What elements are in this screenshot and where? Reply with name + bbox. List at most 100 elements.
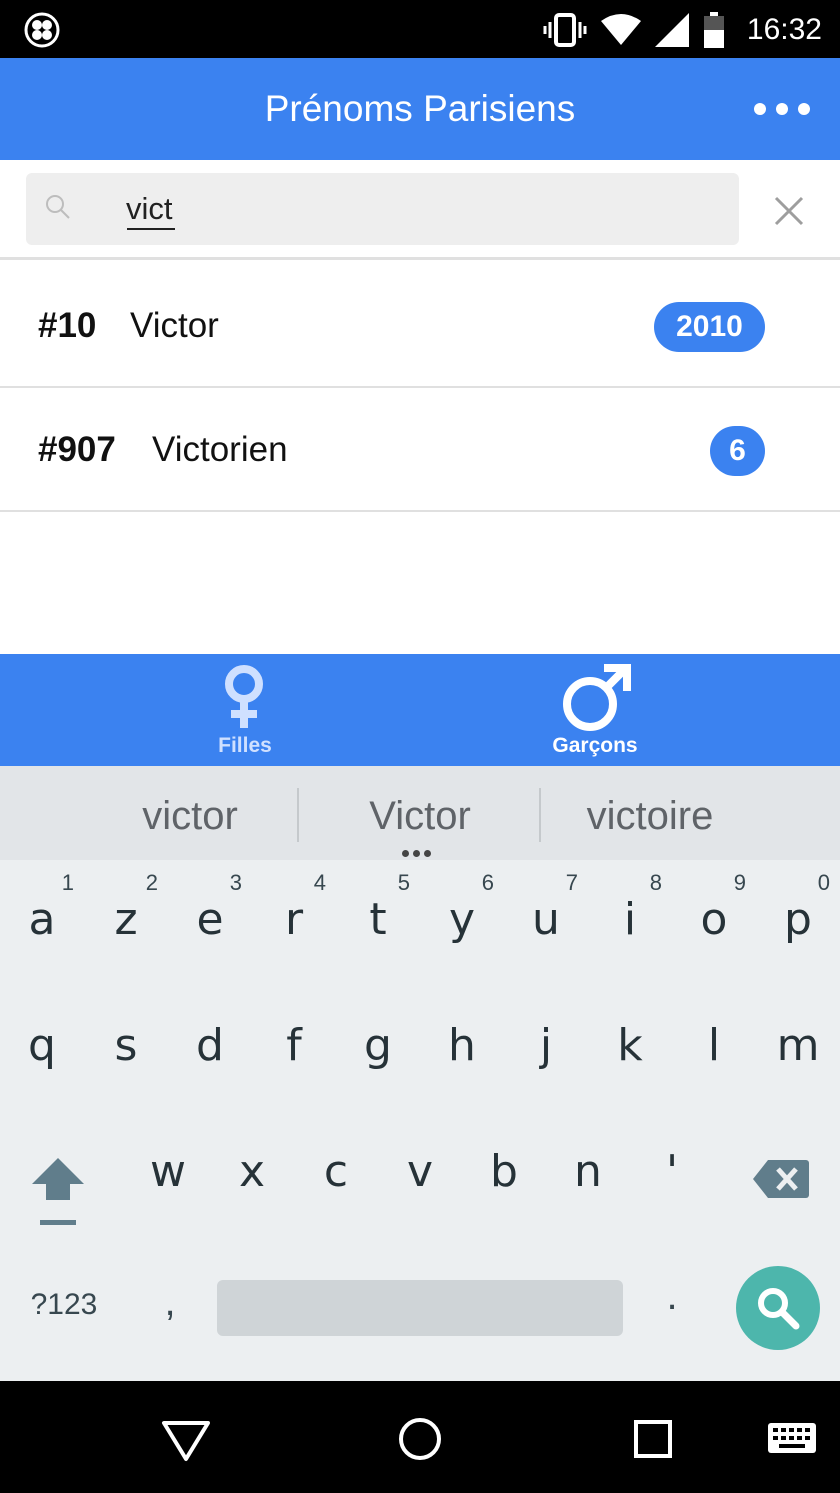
key-f[interactable]: f — [252, 992, 336, 1118]
key-c[interactable]: c — [294, 1118, 378, 1244]
key-n[interactable]: n — [546, 1118, 630, 1244]
key-letter: t — [369, 894, 387, 945]
key-u[interactable]: u7 — [504, 866, 588, 992]
tab-label: Garçons — [552, 734, 638, 757]
key-letter: m — [776, 1020, 820, 1071]
search-area — [0, 160, 840, 260]
suggestion-divider — [297, 788, 299, 842]
more-dot-icon — [776, 103, 788, 115]
app-bar: Prénoms Parisiens — [0, 58, 840, 160]
page-title: Prénoms Parisiens — [264, 88, 576, 129]
notification-app-icon — [24, 12, 60, 48]
keyboard-switch-icon[interactable] — [764, 1411, 820, 1467]
key-letter: k — [617, 1020, 643, 1071]
signal-icon — [654, 13, 689, 47]
search-box[interactable] — [26, 173, 739, 245]
search-icon — [46, 195, 70, 219]
period-key[interactable]: . — [652, 1274, 692, 1334]
male-symbol-icon — [563, 664, 631, 731]
key-q[interactable]: q — [0, 992, 84, 1118]
key-hint: 7 — [565, 870, 578, 895]
key-x[interactable]: x — [210, 1118, 294, 1244]
comma-key[interactable]: , — [150, 1280, 190, 1340]
key-letter: h — [448, 1020, 476, 1071]
key-hint: 0 — [817, 870, 830, 895]
key-letter: p — [784, 894, 812, 945]
key-l[interactable]: l — [672, 992, 756, 1118]
search-icon — [758, 1288, 800, 1330]
key-r[interactable]: r4 — [252, 866, 336, 992]
result-name: Victor — [130, 306, 219, 345]
space-bar[interactable] — [217, 1280, 623, 1336]
key-a[interactable]: a1 — [0, 866, 84, 992]
list-item[interactable]: #907 Victorien 6 — [0, 388, 840, 512]
key-h[interactable]: h — [420, 992, 504, 1118]
key-hint: 2 — [145, 870, 158, 895]
key-hint: 8 — [649, 870, 662, 895]
key-b[interactable]: b — [462, 1118, 546, 1244]
key-w[interactable]: w — [126, 1118, 210, 1244]
key-hint: 6 — [481, 870, 494, 895]
key-z[interactable]: z2 — [84, 866, 168, 992]
key-letter: d — [196, 1020, 224, 1071]
key-g[interactable]: g — [336, 992, 420, 1118]
key-hint: 3 — [229, 870, 242, 895]
key-s[interactable]: s — [84, 992, 168, 1118]
back-triangle-icon[interactable] — [158, 1411, 214, 1467]
suggestion-item[interactable]: victor — [90, 766, 290, 866]
key-hint: 9 — [733, 870, 746, 895]
wifi-icon — [600, 14, 641, 45]
shift-icon[interactable] — [28, 1154, 88, 1228]
key-t[interactable]: t5 — [336, 866, 420, 992]
key-letter: y — [448, 894, 476, 945]
key-apostrophe[interactable]: ' — [630, 1118, 714, 1244]
key-letter: n — [574, 1146, 602, 1197]
home-circle-icon[interactable] — [392, 1411, 448, 1467]
key-letter: u — [532, 894, 560, 945]
key-letter: s — [114, 1020, 138, 1071]
key-letter: v — [406, 1146, 434, 1197]
composing-underline — [127, 228, 175, 230]
backspace-icon[interactable] — [752, 1158, 810, 1200]
gender-tab-bar: Filles Garçons — [0, 654, 840, 766]
key-letter: f — [286, 1020, 302, 1071]
key-letter: x — [238, 1146, 266, 1197]
recents-square-icon[interactable] — [625, 1411, 681, 1467]
key-o[interactable]: o9 — [672, 866, 756, 992]
clear-search-icon[interactable] — [768, 190, 810, 232]
more-dot-icon — [798, 103, 810, 115]
key-d[interactable]: d — [168, 992, 252, 1118]
symbols-key[interactable]: ?123 — [14, 1288, 114, 1328]
key-letter: b — [490, 1146, 518, 1197]
suggestion-divider — [539, 788, 541, 842]
soft-keyboard: victor Victor victoire a1 z2 e3 r4 t5 y6… — [0, 766, 840, 1381]
result-rank: #907 — [38, 430, 116, 469]
key-k[interactable]: k — [588, 992, 672, 1118]
female-symbol-icon — [225, 665, 263, 728]
key-j[interactable]: j — [504, 992, 588, 1118]
more-suggestions-icon[interactable] — [402, 850, 431, 857]
key-i[interactable]: i8 — [588, 866, 672, 992]
key-letter: w — [150, 1146, 186, 1197]
more-dot-icon — [754, 103, 766, 115]
key-v[interactable]: v — [378, 1118, 462, 1244]
key-letter: e — [196, 894, 224, 945]
key-e[interactable]: e3 — [168, 866, 252, 992]
overflow-menu-button[interactable] — [754, 94, 810, 124]
search-input[interactable] — [126, 187, 686, 231]
suggestion-strip: victor Victor victoire — [0, 766, 840, 860]
suggestion-item[interactable]: victoire — [550, 766, 750, 866]
key-letter: c — [323, 1146, 349, 1197]
key-letter: j — [539, 1020, 553, 1071]
list-item[interactable]: #10 Victor 2010 — [0, 264, 840, 388]
battery-icon — [703, 12, 724, 48]
key-m[interactable]: m — [756, 992, 840, 1118]
key-p[interactable]: p0 — [756, 866, 840, 992]
keyboard-search-button[interactable] — [736, 1266, 820, 1350]
key-letter: l — [707, 1020, 721, 1071]
key-letter: i — [623, 894, 637, 945]
result-name: Victorien — [152, 430, 288, 469]
key-y[interactable]: y6 — [420, 866, 504, 992]
tab-garcons[interactable]: Garçons — [385, 654, 805, 766]
key-letter: r — [284, 894, 304, 945]
